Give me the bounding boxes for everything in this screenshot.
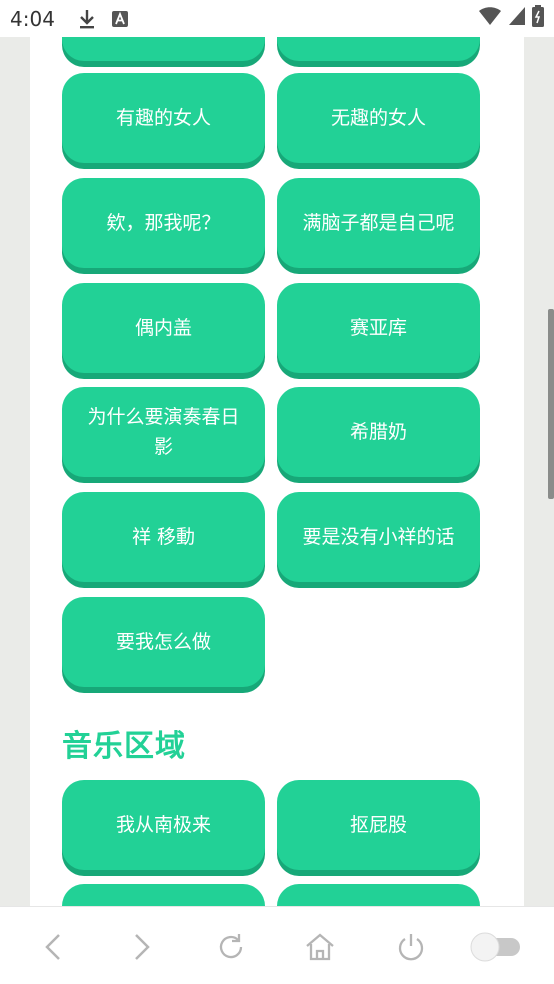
home-icon[interactable] <box>302 929 338 965</box>
button-label: 有趣的女人 <box>115 107 211 129</box>
sound-button[interactable]: 希腊奶 <box>277 387 480 477</box>
button-label: 为什么要演奏春日影 <box>87 406 240 458</box>
button-label: 要是没有小祥的话 <box>302 526 455 548</box>
wifi-icon <box>478 6 502 31</box>
button-label: 欸，那我呢？ <box>106 212 221 234</box>
status-time: 4:04 <box>10 6 55 31</box>
music-section-title: 音乐区域 <box>62 729 186 764</box>
sound-button[interactable]: 赛亚库 <box>277 283 480 373</box>
sound-button[interactable]: 为什么要演奏春日影 <box>62 387 265 477</box>
sound-button[interactable]: 无趣的女人 <box>277 73 480 163</box>
sound-button[interactable]: 欸，那我呢？ <box>62 178 265 268</box>
partial-button-left[interactable] <box>62 37 265 61</box>
forward-icon[interactable] <box>124 929 160 965</box>
sound-button[interactable]: 满脑子都是自己呢 <box>277 178 480 268</box>
sound-button[interactable]: 偶内盖 <box>62 283 265 373</box>
page-content: 有趣的女人 无趣的女人 欸，那我呢？ 满脑子都是自己呢 偶内盖 赛亚库 为什么要… <box>30 37 524 906</box>
button-label: 赛亚库 <box>349 317 407 339</box>
sound-button[interactable]: 有趣的女人 <box>62 73 265 163</box>
button-label: 我从南极来 <box>115 814 211 836</box>
toggle-switch[interactable] <box>468 929 524 965</box>
back-icon[interactable] <box>35 929 71 965</box>
button-label: 要我怎么做 <box>115 631 211 653</box>
button-label: 满脑子都是自己呢 <box>302 212 455 234</box>
music-button[interactable]: 我从南极来 <box>62 780 265 870</box>
battery-icon <box>532 5 544 32</box>
button-label: 抠屁股 <box>349 814 407 836</box>
content-viewport[interactable]: 有趣的女人 无趣的女人 欸，那我呢？ 满脑子都是自己呢 偶内盖 赛亚库 为什么要… <box>0 37 554 906</box>
music-button[interactable] <box>62 884 265 906</box>
power-icon[interactable] <box>393 929 429 965</box>
sound-button[interactable]: 祥 移動 <box>62 492 265 582</box>
button-label: 无趣的女人 <box>330 107 426 129</box>
bottom-nav-bar <box>0 906 554 984</box>
signal-icon <box>508 6 526 31</box>
sound-button[interactable]: 要我怎么做 <box>62 597 265 687</box>
music-button[interactable] <box>277 884 480 906</box>
scrollbar-thumb[interactable] <box>548 309 554 499</box>
sound-button[interactable]: 要是没有小祥的话 <box>277 492 480 582</box>
download-icon <box>77 8 97 30</box>
button-label: 祥 移動 <box>131 526 196 548</box>
status-bar: 4:04 <box>0 0 554 37</box>
text-a-icon <box>111 10 129 28</box>
button-label: 希腊奶 <box>349 421 407 443</box>
partial-button-right[interactable] <box>277 37 480 61</box>
reload-icon[interactable] <box>213 929 249 965</box>
music-button[interactable]: 抠屁股 <box>277 780 480 870</box>
button-label: 偶内盖 <box>134 317 192 339</box>
